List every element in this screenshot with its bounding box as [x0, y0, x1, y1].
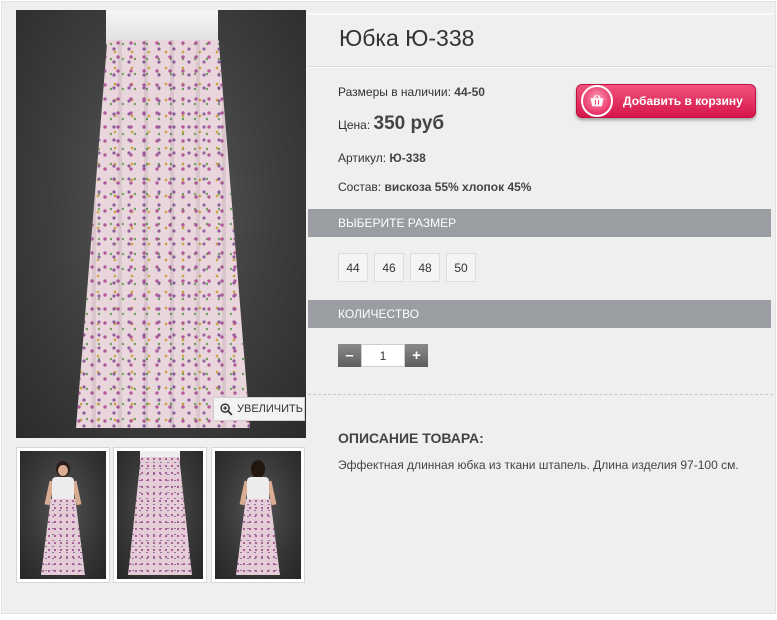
divider — [308, 67, 773, 68]
sizes-label: Размеры в наличии: — [338, 85, 451, 99]
quantity-input[interactable] — [361, 344, 405, 367]
quantity-plus-button[interactable]: + — [405, 344, 428, 367]
size-option[interactable]: 50 — [446, 253, 476, 282]
price-value: 350 руб — [373, 113, 445, 134]
size-option[interactable]: 48 — [410, 253, 440, 282]
add-to-cart-label: Добавить в корзину — [623, 94, 743, 108]
price-label: Цена: — [338, 118, 371, 132]
price: Цена: 350 руб — [338, 113, 444, 135]
product-title: Юбка Ю-338 — [339, 25, 475, 51]
skirt-image — [41, 499, 85, 575]
skirt-image — [236, 499, 280, 575]
skirt-image — [128, 457, 192, 575]
description-text: Эффектная длинная юбка из ткани штапель.… — [338, 458, 739, 472]
model-top — [52, 477, 74, 501]
skirt-folds — [76, 40, 250, 428]
size-section-title: ВЫБЕРИТЕ РАЗМЕР — [338, 216, 457, 230]
thumbnail-image — [215, 451, 301, 579]
sku-value: Ю-338 — [389, 151, 426, 165]
model-top — [247, 477, 269, 501]
thumbnail-image — [20, 451, 106, 579]
quantity-section-header: КОЛИЧЕСТВО — [308, 300, 771, 328]
sizes-available: Размеры в наличии: 44-50 — [338, 85, 485, 99]
size-option[interactable]: 46 — [374, 253, 404, 282]
sku-label: Артикул: — [338, 151, 387, 165]
composition-value: вискоза 55% хлопок 45% — [384, 180, 532, 194]
zoom-button[interactable]: УВЕЛИЧИТЬ — [213, 397, 305, 421]
add-to-cart-button[interactable]: Добавить в корзину — [576, 84, 756, 118]
dashed-divider — [308, 394, 773, 395]
description-title: ОПИСАНИЕ ТОВАРА: — [338, 430, 484, 446]
thumbnail-back[interactable] — [211, 447, 305, 583]
quantity-minus-button[interactable]: – — [338, 344, 361, 367]
model-head — [251, 460, 265, 478]
size-section-header: ВЫБЕРИТЕ РАЗМЕР — [308, 209, 771, 237]
basket-icon — [581, 85, 613, 117]
size-option[interactable]: 44 — [338, 253, 368, 282]
thumbnail-skirt[interactable] — [113, 447, 207, 583]
model-face — [58, 465, 68, 476]
sizes-value: 44-50 — [454, 85, 485, 99]
composition-label: Состав: — [338, 180, 382, 194]
composition: Состав: вискоза 55% хлопок 45% — [338, 180, 531, 194]
thumbnail-front[interactable] — [16, 447, 110, 583]
product-title-box: Юбка Ю-338 — [308, 13, 773, 61]
bottom-strip — [0, 614, 777, 620]
magnifier-plus-icon — [220, 402, 233, 416]
zoom-label: УВЕЛИЧИТЬ — [237, 403, 303, 415]
main-product-image[interactable] — [16, 10, 306, 438]
quantity-section-title: КОЛИЧЕСТВО — [338, 307, 420, 321]
sku: Артикул: Ю-338 — [338, 151, 426, 165]
thumbnail-image — [117, 451, 203, 579]
